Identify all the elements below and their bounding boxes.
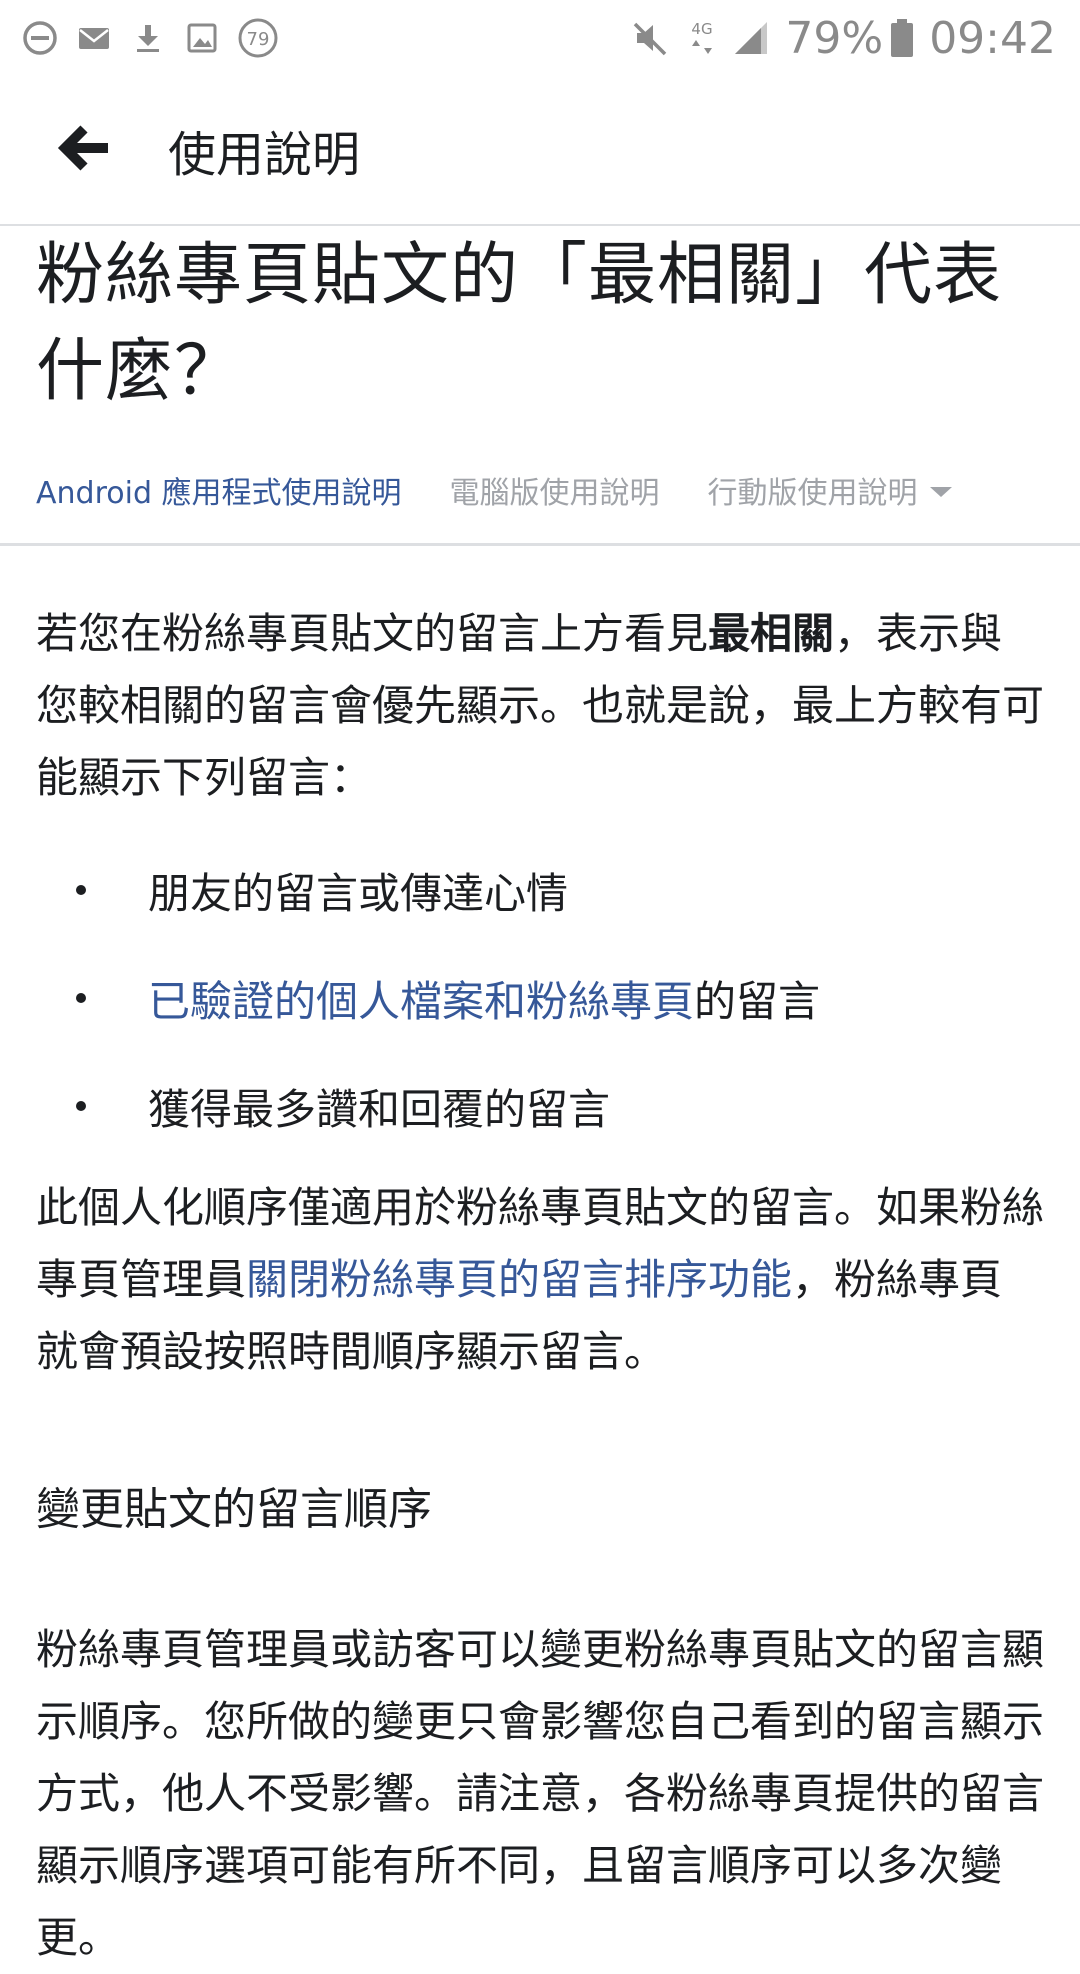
tab-label: 行動版使用說明: [707, 476, 918, 511]
list-item-text: 獲得最多讚和回覆的留言: [148, 1084, 611, 1134]
list-item: 已驗證的個人檔案和粉絲專頁的留言: [36, 944, 1044, 1052]
app-bar-title: 使用說明: [168, 127, 361, 183]
bullet-icon: [76, 885, 86, 895]
svg-text:4G: 4G: [692, 20, 713, 38]
mail-icon: [74, 18, 114, 58]
article-title: 粉絲專頁貼文的「最相關」代表什麼？: [36, 236, 1003, 411]
do-not-disturb-icon: [20, 18, 60, 58]
svg-text:79: 79: [247, 29, 270, 50]
status-bar-left: 79: [20, 16, 294, 60]
arrow-left-icon: [56, 123, 112, 177]
network-4g-icon: 4G: [685, 16, 719, 60]
battery-icon: [889, 16, 915, 60]
list-item-text: 的留言: [694, 976, 821, 1026]
intro-text-before: 若您在粉絲專頁貼文的留言上方看見: [36, 609, 709, 658]
battery-percent: 79%: [785, 12, 884, 64]
tab-android-help[interactable]: Android 應用程式使用說明: [36, 460, 402, 512]
tab-mobile-help[interactable]: 行動版使用說明: [708, 460, 954, 512]
turn-off-comment-ranking-link[interactable]: 關閉粉絲專頁的留言排序功能: [246, 1255, 792, 1304]
help-article: 粉絲專頁貼文的「最相關」代表什麼？ Android 應用程式使用說明 電腦版使用…: [0, 228, 1080, 1974]
status-bar: 79 4G 79% 09:42: [0, 0, 1080, 76]
caret-down-icon: [928, 473, 954, 508]
mute-icon: [629, 16, 673, 60]
tab-label: Android 應用程式使用說明: [36, 476, 402, 511]
notification-count-icon: 79: [236, 16, 280, 60]
change-order-paragraph: 粉絲專頁管理員或訪客可以變更粉絲專頁貼文的留言顯示順序。您所做的變更只會影響您自…: [36, 1625, 1045, 1962]
tab-label: 電腦版使用說明: [449, 476, 660, 511]
list-item: 獲得最多讚和回覆的留言: [36, 1052, 1044, 1160]
clock: 09:42: [929, 12, 1056, 64]
status-bar-right: 4G 79% 09:42: [617, 13, 1056, 64]
image-icon: [182, 18, 222, 58]
relevant-comments-list: 朋友的留言或傳達心情 已驗證的個人檔案和粉絲專頁的留言 獲得最多讚和回覆的留言: [0, 836, 1080, 1160]
help-platform-tabs: Android 應用程式使用說明 電腦版使用說明 行動版使用說明: [0, 460, 1080, 546]
verified-profiles-link[interactable]: 已驗證的個人檔案和粉絲專頁: [148, 977, 694, 1026]
download-icon: [128, 18, 168, 58]
most-relevant-label: 最相關: [708, 609, 835, 658]
personalization-paragraph: 此個人化順序僅適用於粉絲專頁貼文的留言。如果粉絲專頁管理員關閉粉絲專頁的留言排序…: [0, 1172, 1080, 1388]
tab-desktop-help[interactable]: 電腦版使用說明: [450, 460, 660, 512]
bullet-icon: [76, 1101, 86, 1111]
bullet-icon: [76, 993, 86, 1003]
section-heading: 變更貼文的留言順序: [36, 1484, 432, 1535]
back-button[interactable]: [34, 100, 134, 200]
intro-paragraph: 若您在粉絲專頁貼文的留言上方看見最相關，表示與您較相關的留言會優先顯示。也就是說…: [0, 598, 1080, 814]
list-item-text: 朋友的留言或傳達心情: [148, 868, 569, 918]
signal-strength-icon: [731, 18, 771, 58]
app-bar: 使用說明: [0, 76, 1080, 226]
list-item: 朋友的留言或傳達心情: [36, 836, 1044, 944]
